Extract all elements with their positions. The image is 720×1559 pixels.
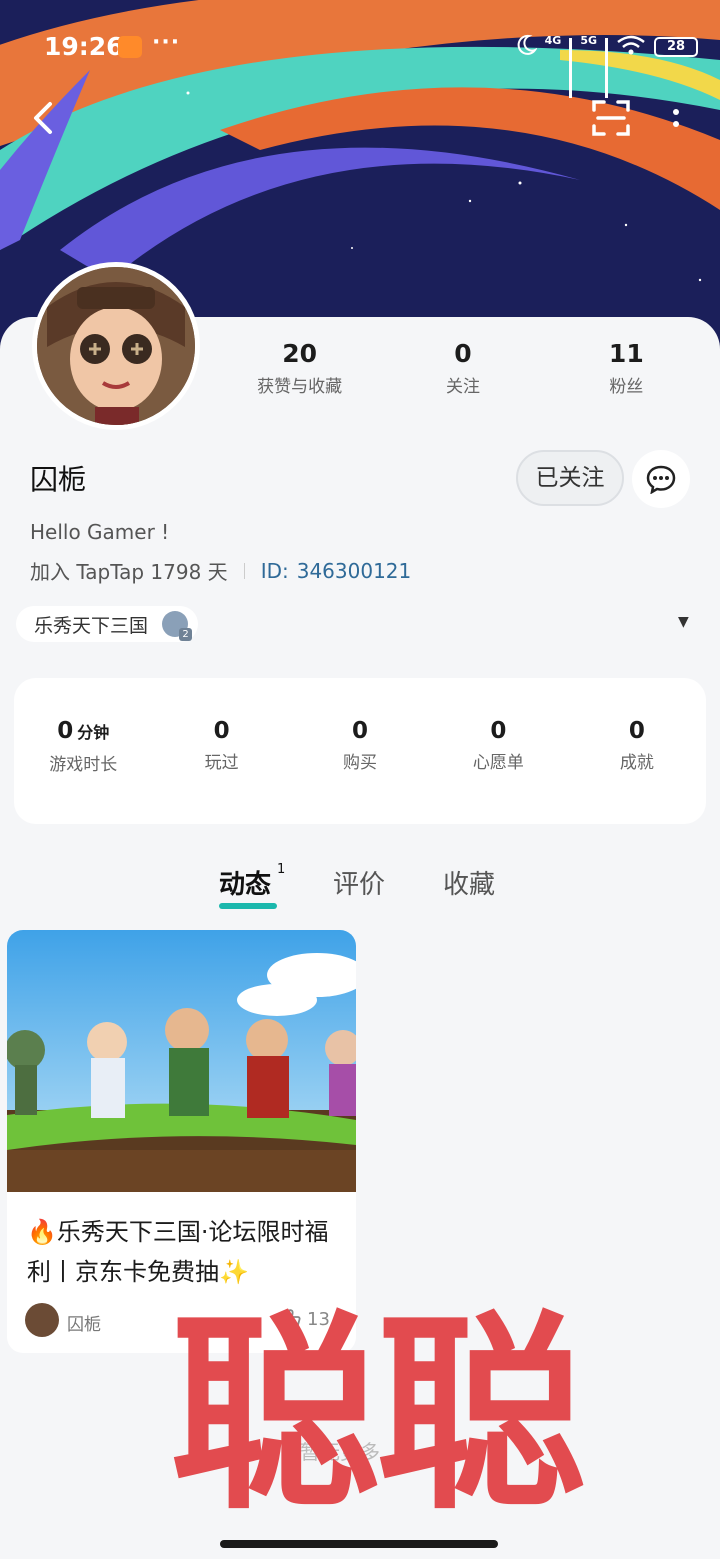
stat-following[interactable]: 0 关注 [381,338,544,408]
network-4g-label: 4G [544,33,562,47]
user-bio: Hello Gamer ! [30,520,170,544]
tab-label: 动态 [219,870,272,900]
tab-favorites[interactable]: 收藏 [443,864,495,901]
post-author-name[interactable]: 囚栀 [67,1310,101,1335]
post-title: 🔥乐秀天下三国·论坛限时福利丨京东卡免费抽✨ [27,1218,329,1286]
game-name: 乐秀天下三国 [34,614,149,637]
stat-label: 粉丝 [609,377,644,397]
game-stats-panel: 0 分钟 游戏时长 0 玩过 0 购买 0 心愿单 0 成就 [14,678,706,824]
avatar-image [37,267,195,425]
game-stat-label: 购买 [343,753,378,773]
scan-button[interactable] [588,96,634,140]
home-indicator[interactable] [220,1540,498,1548]
moon-icon [515,34,538,60]
game-stat-label: 成就 [619,753,654,773]
user-id[interactable]: 346300121 [297,559,412,583]
game-stat-label: 玩过 [204,753,239,773]
stat-value: 11 [608,339,644,368]
dropdown-arrow-icon[interactable]: ▼ [678,614,689,630]
back-button[interactable] [24,96,64,140]
more-vertical-icon [673,109,679,127]
game-stat-wishlist[interactable]: 0 心愿单 [429,716,567,824]
game-stat-achievements[interactable]: 0 成就 [568,716,706,824]
signal-4g-icon [569,38,573,98]
stat-followers[interactable]: 11 粉丝 [545,338,708,408]
game-badge-icon [162,611,193,641]
status-bar: 19:26 ··· 4G 5G 28 [0,0,720,98]
profile-stats: 20 获赞与收藏 0 关注 11 粉丝 [218,338,708,408]
tab-label: 收藏 [443,870,496,900]
tab-badge: 1 [277,862,286,878]
stat-label: 获赞与收藏 [257,377,343,397]
status-icons: 4G 5G 28 [515,32,698,98]
scan-icon [592,100,630,136]
join-info: 加入 TapTap 1798 天 ID: 346300121 [30,556,411,585]
game-stat-label: 游戏时长 [49,755,118,775]
stat-label: 关注 [445,377,480,397]
app-notification-icon [118,36,142,58]
content-tabs: 动态 1 评价 收藏 [0,862,720,912]
stat-likes[interactable]: 20 获赞与收藏 [218,338,381,408]
game-stat-label: 心愿单 [472,753,524,773]
signal-5g-icon [605,38,608,98]
more-menu-button[interactable] [664,100,688,140]
join-days: 加入 TapTap 1798 天 [30,560,228,584]
stat-value: 0 [454,339,472,368]
post-card[interactable]: 🔥乐秀天下三国·论坛限时福利丨京东卡免费抽✨ 囚栀 13 [7,930,356,1353]
network-5g-label: 5G [580,33,597,47]
post-author-avatar[interactable] [25,1303,59,1337]
battery-icon: 28 [654,37,698,57]
id-label: ID: [260,558,289,583]
game-stat-played[interactable]: 0 玩过 [152,716,290,824]
game-stat-value: 0 分钟 [57,718,110,744]
chevron-left-icon [34,102,52,134]
game-stat-value: 0 [213,718,230,744]
stat-value: 20 [282,339,318,368]
post-cover-image [7,930,356,1192]
tab-activity[interactable]: 动态 1 [219,862,286,901]
divider [243,562,245,579]
game-stat-value: 0 [490,718,507,744]
status-time: 19:26 [44,32,124,61]
notification-more-icon: ··· [152,30,181,55]
follow-button[interactable]: 已关注 [516,450,624,506]
tab-label: 评价 [333,870,386,900]
tab-reviews[interactable]: 评价 [333,864,385,901]
game-selector[interactable]: 乐秀天下三国 [16,606,199,642]
chat-bubble-icon [646,465,676,494]
watermark-text: 聪聪 [170,1293,586,1538]
username: 囚栀 [30,463,87,496]
user-avatar[interactable] [32,262,200,430]
game-stat-purchased[interactable]: 0 购买 [291,716,429,824]
game-stat-value: 0 [352,718,369,744]
message-button[interactable] [632,450,690,508]
game-stat-value: 0 [628,718,645,744]
game-stat-playtime[interactable]: 0 分钟 游戏时长 [14,716,152,824]
wifi-icon [616,34,646,60]
active-tab-indicator [219,903,277,909]
